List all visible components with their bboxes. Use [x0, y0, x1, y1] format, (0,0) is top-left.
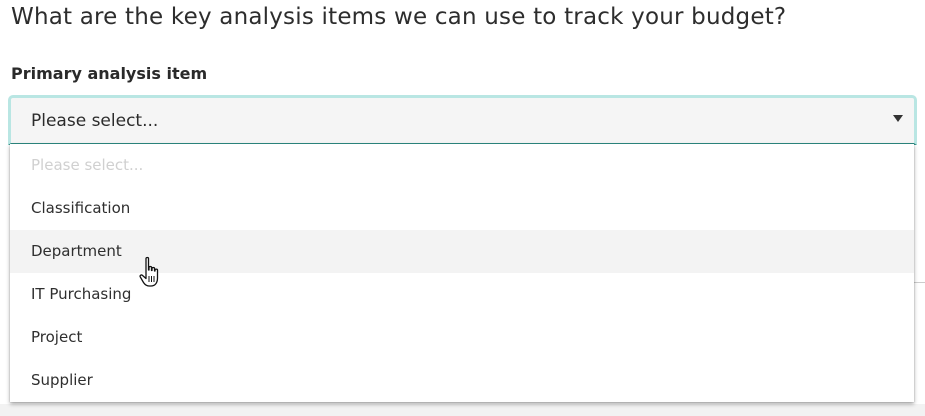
page: What are the key analysis items we can u…	[0, 0, 925, 416]
hand-pointer-cursor-icon	[139, 256, 159, 287]
primary-analysis-item-label: Primary analysis item	[11, 64, 208, 83]
caret-down-icon[interactable]	[893, 115, 903, 122]
background-divider	[914, 282, 925, 283]
select-current-value: Please select...	[31, 111, 159, 131]
primary-analysis-item-select[interactable]: Please select...	[8, 95, 917, 145]
question-heading: What are the key analysis items we can u…	[11, 4, 787, 30]
background-footer-strip	[0, 404, 925, 416]
option-classification[interactable]: Classification	[10, 187, 914, 230]
option-please-select[interactable]: Please select...	[10, 144, 914, 187]
option-project[interactable]: Project	[10, 316, 914, 359]
option-supplier[interactable]: Supplier	[10, 359, 914, 402]
